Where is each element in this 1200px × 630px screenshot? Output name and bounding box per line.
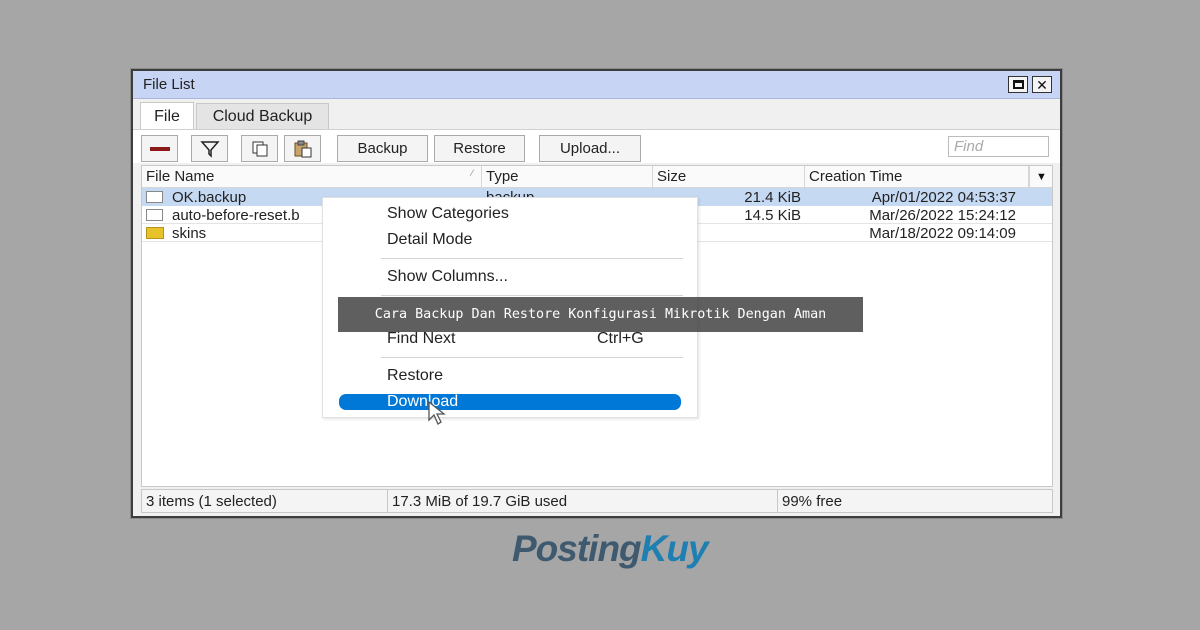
maximize-icon [1012,80,1024,89]
menu-item-download[interactable]: Download [339,393,681,410]
minus-icon [149,146,170,151]
table-header: File Name ⁄ Type Size Creation Time ▼ [142,166,1052,188]
menu-item-show-categories[interactable]: Show Categories [323,202,697,226]
file-created: Apr/01/2022 04:53:37 [871,188,1016,206]
column-label: File Name [146,168,215,185]
column-header-type[interactable]: Type [482,166,653,187]
paste-button[interactable] [284,135,321,162]
column-header-file-name[interactable]: File Name ⁄ [142,166,482,187]
menu-separator [381,295,683,296]
window-controls: ✕ [1008,76,1052,93]
postingkuy-logo: PostingKuy [512,528,709,570]
find-input[interactable] [948,136,1049,157]
logo-text-posting: Posting [512,528,642,569]
column-header-size[interactable]: Size [653,166,805,187]
menu-item-restore[interactable]: Restore [323,364,697,388]
file-icon [146,191,163,203]
window-title: File List [143,76,195,93]
menu-separator [381,357,683,358]
paste-icon [294,140,311,157]
remove-button[interactable] [141,135,178,162]
folder-icon [146,227,164,239]
upload-button[interactable]: Upload... [539,135,641,162]
triangle-down-icon: ▼ [1036,170,1047,183]
toolbar: Backup Restore Upload... [133,129,1060,163]
menu-item-label: Find Next [387,330,456,347]
menu-item-show-columns[interactable]: Show Columns... [323,265,697,289]
filter-icon [199,140,220,158]
window-titlebar[interactable]: File List ✕ [133,71,1060,99]
mouse-pointer-icon [428,400,446,425]
backup-button[interactable]: Backup [337,135,428,162]
column-menu-button[interactable]: ▼ [1029,166,1053,187]
status-item-count: 3 items (1 selected) [142,490,388,512]
article-title-banner: Cara Backup Dan Restore Konfigurasi Mikr… [338,297,863,332]
file-icon [146,209,163,221]
restore-button[interactable]: Restore [434,135,525,162]
close-button[interactable]: ✕ [1032,76,1052,93]
status-disk-free: 99% free [782,492,843,510]
menu-item-shortcut: Ctrl+G [597,330,644,347]
file-created: Mar/26/2022 15:24:12 [869,206,1016,224]
copy-button[interactable] [241,135,278,162]
file-created: Mar/18/2022 09:14:09 [869,224,1016,242]
logo-text-kuy: Kuy [640,528,709,569]
maximize-button[interactable] [1008,76,1028,93]
status-disk-used: 17.3 MiB of 19.7 GiB used [388,490,778,512]
status-bar: 3 items (1 selected) 17.3 MiB of 19.7 Gi… [141,489,1053,513]
sort-icon: ⁄ [471,168,473,178]
copy-icon [252,141,267,156]
column-header-creation-time[interactable]: Creation Time [805,166,1029,187]
tab-cloud-backup[interactable]: Cloud Backup [196,103,329,130]
close-icon: ✕ [1036,76,1048,93]
menu-item-detail-mode[interactable]: Detail Mode [323,228,697,252]
menu-separator [381,258,683,259]
tab-file[interactable]: File [140,102,194,130]
filter-button[interactable] [191,135,228,162]
tab-bar: File Cloud Backup [133,99,1060,130]
